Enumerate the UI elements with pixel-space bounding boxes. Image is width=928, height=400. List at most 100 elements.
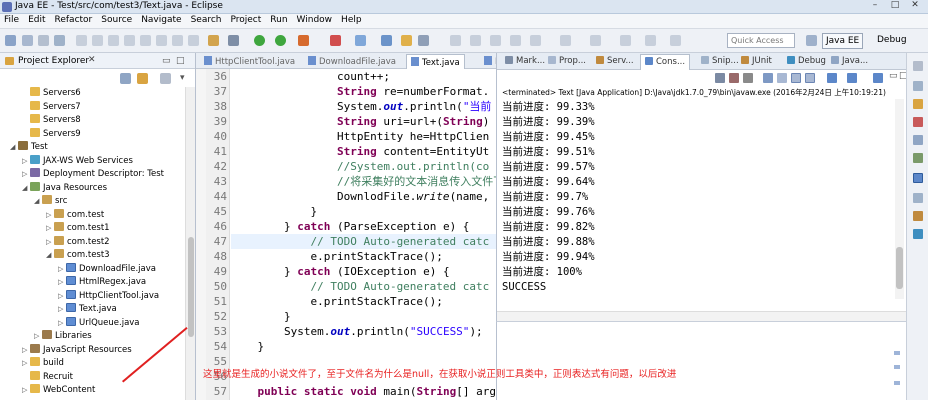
console-output[interactable]: 当前进度: 99.33% 当前进度: 99.39% 当前进度: 99.45% 当前进度… <box>502 100 595 295</box>
tree-item[interactable]: ▷ HttpClientTool.java <box>58 289 159 303</box>
server-icon[interactable] <box>208 35 219 46</box>
collapsed-arrow-icon[interactable]: ▷ <box>46 236 54 249</box>
scrollbar-thumb[interactable] <box>896 247 903 289</box>
scrollbar-thumb[interactable] <box>188 237 194 337</box>
collapsed-arrow-icon[interactable]: ▷ <box>58 290 66 303</box>
scroll-lock-icon[interactable] <box>777 73 787 83</box>
tree-item[interactable]: ▷ UrlQueue.java <box>58 316 140 330</box>
collapse-all-icon[interactable] <box>120 73 131 84</box>
project-explorer-title[interactable]: Project Explorer <box>18 56 89 66</box>
junit-icon[interactable] <box>913 211 923 221</box>
minimize-view-icon[interactable]: ▭ <box>162 56 171 66</box>
javadoc-icon[interactable] <box>913 135 923 145</box>
menu-project[interactable]: Project <box>226 14 266 28</box>
view-tab[interactable]: Serv... <box>592 54 638 70</box>
tree-item[interactable]: ▷ Deployment Descriptor: Test <box>22 168 164 181</box>
code-line[interactable]: } <box>231 339 496 354</box>
code-line[interactable]: } catch (IOException e) { <box>231 264 496 279</box>
overview-mark[interactable] <box>894 381 900 385</box>
overview-mark[interactable] <box>894 351 900 355</box>
editor-tab[interactable]: HttpClientTool.java <box>200 54 299 69</box>
tree-item[interactable]: ▷ com.test1 <box>46 222 110 235</box>
console-icon[interactable] <box>913 173 923 183</box>
console-scrollbar[interactable] <box>895 99 904 299</box>
step-into-icon[interactable] <box>156 35 167 46</box>
save-all-icon[interactable] <box>38 35 49 46</box>
code-line[interactable]: System.out.println("当前 <box>231 99 496 114</box>
menu-help[interactable]: Help <box>337 14 367 28</box>
new-class-icon[interactable] <box>381 35 392 46</box>
external-tools-icon[interactable] <box>298 35 309 46</box>
menu-refactor[interactable]: Refactor <box>51 14 98 28</box>
prev-annotation-icon[interactable] <box>590 35 601 46</box>
tree-item[interactable]: Servers8 <box>22 114 81 127</box>
tree-item[interactable]: ◢ com.test3 <box>46 249 110 262</box>
step-over-icon[interactable] <box>172 35 183 46</box>
close-button[interactable]: ✕ <box>906 0 924 12</box>
tree-item[interactable]: ▷ build <box>22 357 64 370</box>
tree-item[interactable]: ◢ src <box>34 195 67 208</box>
expanded-arrow-icon[interactable]: ◢ <box>22 182 30 195</box>
chevron-down-icon[interactable]: ▾ <box>180 73 185 83</box>
code-line[interactable]: public static void main(String[] args) { <box>231 384 497 399</box>
code-area[interactable]: count++; String re=numberFormat. System.… <box>231 69 496 400</box>
code-line[interactable]: } <box>231 309 496 324</box>
new-package-icon[interactable] <box>355 35 366 46</box>
terminate-icon[interactable] <box>140 35 151 46</box>
expanded-arrow-icon[interactable]: ◢ <box>10 141 18 154</box>
cut-icon[interactable] <box>76 35 87 46</box>
toggle-mark-icon[interactable] <box>490 35 501 46</box>
new-icon[interactable] <box>5 35 16 46</box>
remove-all-icon[interactable] <box>743 73 753 83</box>
restore-icon[interactable] <box>913 61 923 71</box>
code-line[interactable]: //将采集好的文本消息传入文件下 <box>231 174 496 189</box>
debug-dropdown-icon[interactable] <box>228 35 239 46</box>
tree-item[interactable]: ◢ Java Resources <box>22 181 107 195</box>
link-editor-icon[interactable] <box>137 73 148 84</box>
tree-item[interactable]: Servers9 <box>22 127 81 141</box>
tree-item[interactable]: ◢ Test <box>10 141 48 154</box>
collapsed-arrow-icon[interactable]: ▷ <box>22 357 30 370</box>
menu-source[interactable]: Source <box>97 14 137 28</box>
collapsed-arrow-icon[interactable]: ▷ <box>46 209 54 222</box>
resume-icon[interactable] <box>108 35 119 46</box>
collapsed-arrow-icon[interactable]: ▷ <box>22 384 30 397</box>
code-line[interactable]: // TODO Auto-generated catc <box>231 279 496 294</box>
collapsed-arrow-icon[interactable]: ▷ <box>22 168 30 181</box>
code-line[interactable]: } <box>231 204 496 219</box>
collapsed-arrow-icon[interactable]: ▷ <box>22 344 30 357</box>
task-list-icon[interactable] <box>913 99 923 109</box>
problems-icon[interactable] <box>913 117 923 127</box>
view-tab[interactable]: Prop... <box>544 54 590 70</box>
step-return-icon[interactable] <box>188 35 199 46</box>
code-line[interactable]: HttpEntity he=HttpClien <box>231 129 496 144</box>
perspective-java-ee[interactable]: Java EE <box>822 33 864 49</box>
perspective-debug[interactable]: Debug <box>874 33 910 49</box>
tree-item[interactable]: ▷ Libraries <box>34 330 92 343</box>
editor-tab[interactable]: H <box>480 54 496 69</box>
view-tab[interactable]: JUnit <box>737 54 776 70</box>
show-console-icon[interactable] <box>805 73 815 83</box>
last-edit-icon[interactable] <box>620 35 631 46</box>
menu-file[interactable]: File <box>0 14 24 28</box>
view-menu-icon[interactable] <box>160 73 171 84</box>
code-line[interactable]: count++; <box>231 69 496 84</box>
show-whitespace-icon[interactable] <box>530 35 541 46</box>
forward-icon[interactable] <box>670 35 681 46</box>
open-task-icon[interactable] <box>418 35 429 46</box>
display-console-icon[interactable] <box>847 73 857 83</box>
tree-item[interactable]: Recruit <box>22 370 73 384</box>
tree-item[interactable]: ▷ com.test <box>46 208 104 222</box>
debug-icon[interactable] <box>254 35 265 46</box>
remove-launch-icon[interactable] <box>729 73 739 83</box>
open-console-icon[interactable] <box>873 73 883 83</box>
tree-item[interactable]: ▷ com.test2 <box>46 235 110 249</box>
tree-item[interactable]: Servers7 <box>22 100 81 114</box>
tree-item[interactable]: Servers6 <box>22 87 81 100</box>
code-line[interactable]: DownlodFile.write(name, <box>231 189 496 204</box>
view-tab[interactable]: Debug <box>783 54 830 70</box>
editor-tab[interactable]: Text.java <box>406 54 465 69</box>
tree-item[interactable]: ▷ JAX-WS Web Services <box>22 154 133 168</box>
collapsed-arrow-icon[interactable]: ▷ <box>58 263 66 276</box>
code-line[interactable]: String re=numberFormat. <box>231 84 496 99</box>
